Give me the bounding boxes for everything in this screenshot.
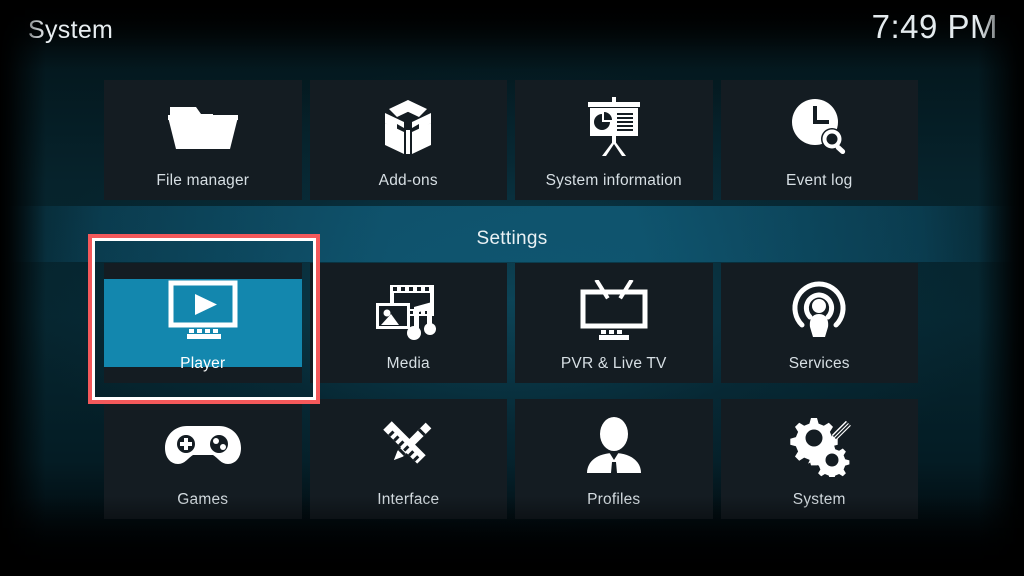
- tile-label: System information: [545, 172, 682, 189]
- tile-add-ons[interactable]: Add-ons: [309, 80, 507, 200]
- clock: 7:49 PM: [871, 8, 998, 45]
- clock-search-icon: [786, 96, 852, 158]
- left-vignette: [0, 0, 46, 576]
- tv-antenna-icon: [574, 279, 654, 341]
- gears-screwdriver-icon: [786, 415, 852, 477]
- broadcast-user-icon: [788, 279, 850, 341]
- tile-pvr-live-tv[interactable]: PVR & Live TV: [515, 263, 713, 383]
- tile-label: Player: [180, 355, 226, 372]
- settings-row-1: Player Media PVR & Live TV Services: [104, 263, 918, 383]
- tile-player[interactable]: Player: [104, 263, 302, 383]
- tile-games[interactable]: Games: [104, 399, 302, 519]
- tile-label: Interface: [377, 491, 440, 508]
- folder-icon: [164, 96, 242, 158]
- tile-label: Games: [177, 491, 229, 508]
- monitor-play-icon: [161, 279, 245, 341]
- right-vignette: [978, 0, 1024, 576]
- tile-services[interactable]: Services: [720, 263, 918, 383]
- gamepad-icon: [163, 415, 243, 477]
- tile-label: Event log: [786, 172, 853, 189]
- utilities-row: File manager Add-ons System information …: [104, 80, 918, 200]
- person-silhouette-icon: [583, 415, 645, 477]
- presentation-board-icon: [582, 96, 646, 158]
- tile-label: Media: [386, 355, 430, 372]
- tile-label: System: [792, 491, 846, 508]
- media-library-icon: [370, 279, 446, 341]
- tile-label: Add-ons: [378, 172, 438, 189]
- tile-label: Services: [788, 355, 850, 372]
- page-title: System: [28, 16, 114, 44]
- tile-profiles[interactable]: Profiles: [515, 399, 713, 519]
- settings-section-label: Settings: [476, 228, 548, 249]
- open-box-icon: [373, 96, 443, 158]
- tile-interface[interactable]: Interface: [309, 399, 507, 519]
- tile-label: PVR & Live TV: [560, 355, 667, 372]
- tile-event-log[interactable]: Event log: [720, 80, 918, 200]
- tile-system[interactable]: System: [720, 399, 918, 519]
- top-vignette: [0, 0, 1024, 70]
- settings-row-2: Games Interface Profiles System: [104, 399, 918, 519]
- tile-system-information[interactable]: System information: [515, 80, 713, 200]
- tile-label: Profiles: [587, 491, 641, 508]
- tile-file-manager[interactable]: File manager: [104, 80, 302, 200]
- tile-media[interactable]: Media: [309, 263, 507, 383]
- pencil-ruler-icon: [375, 415, 441, 477]
- tile-label: File manager: [156, 172, 250, 189]
- kodi-system-screen: System 7:49 PM Settings File manager Add…: [0, 0, 1024, 576]
